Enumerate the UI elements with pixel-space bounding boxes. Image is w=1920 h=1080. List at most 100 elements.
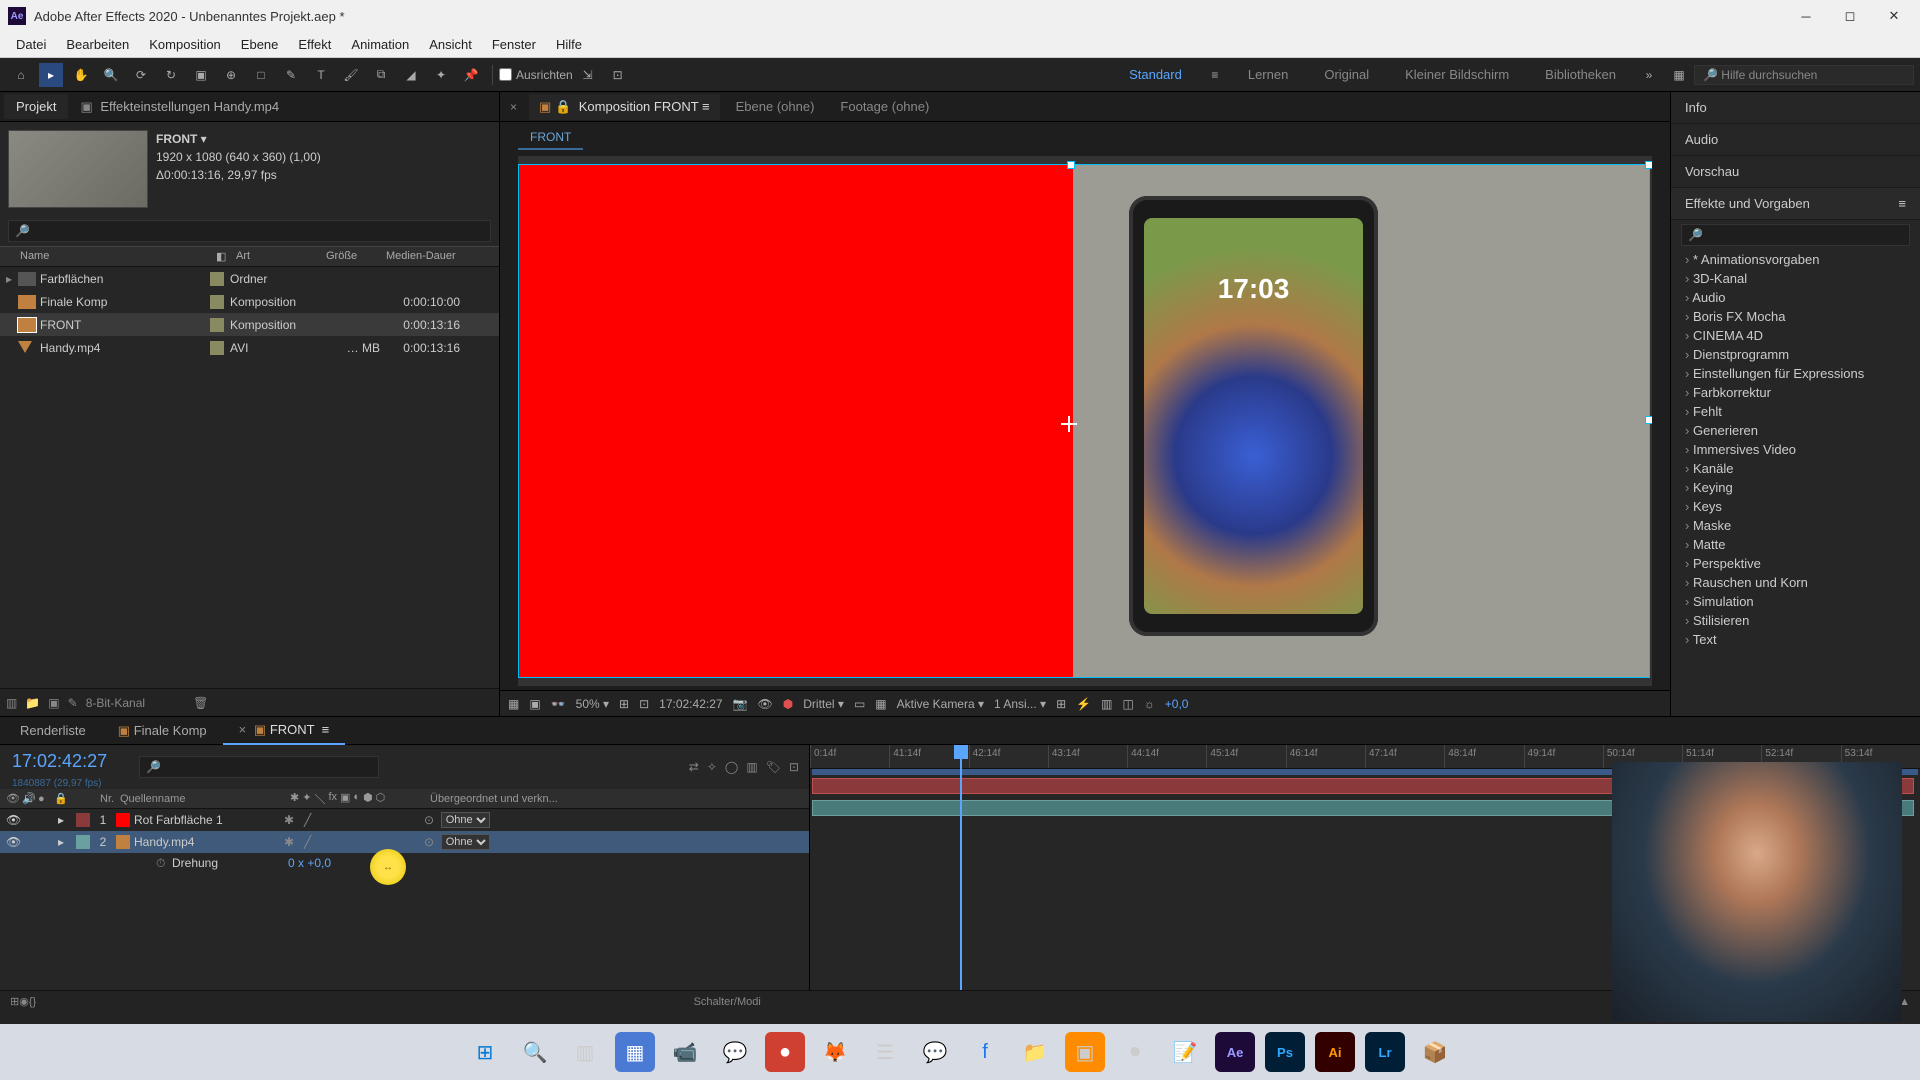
facebook-icon[interactable]: f xyxy=(965,1032,1005,1072)
effects-search-input[interactable]: 🔎 xyxy=(1681,224,1910,246)
composition-canvas[interactable]: 17:03 xyxy=(518,156,1652,686)
aftereffects-taskbar-icon[interactable]: Ae xyxy=(1215,1032,1255,1072)
resolution-select[interactable]: Drittel ▾ xyxy=(803,697,844,711)
effect-category[interactable]: CINEMA 4D xyxy=(1671,326,1920,345)
effect-category[interactable]: Stilisieren xyxy=(1671,611,1920,630)
close-tab-icon[interactable]: × xyxy=(504,100,523,114)
effect-category[interactable]: Text xyxy=(1671,630,1920,649)
viewer-breadcrumb[interactable]: FRONT xyxy=(518,126,583,150)
tl-opt2-icon[interactable]: ✧ xyxy=(707,760,717,774)
col-art[interactable]: Art xyxy=(236,250,326,263)
exposure-value[interactable]: +0,0 xyxy=(1165,697,1189,711)
app-orange-icon[interactable]: ▣ xyxy=(1065,1032,1105,1072)
col-label-icon[interactable]: ◧ xyxy=(216,250,236,263)
timeline-layer[interactable]: 👁▸1Rot Farbfläche 1✱ ╱⊙ Ohne xyxy=(0,809,809,831)
taskview-icon[interactable]: ▥ xyxy=(565,1032,605,1072)
effect-category[interactable]: Audio xyxy=(1671,288,1920,307)
selection-handle[interactable] xyxy=(1645,416,1652,424)
menu-ansicht[interactable]: Ansicht xyxy=(419,33,482,56)
timeline-layer[interactable]: 👁▸2Handy.mp4✱ ╱⊙ Ohne xyxy=(0,831,809,853)
selection-tool-icon[interactable]: ▸ xyxy=(39,63,63,87)
orbit-tool-icon[interactable]: ⟳ xyxy=(129,63,153,87)
effect-category[interactable]: Perspektive xyxy=(1671,554,1920,573)
effect-category[interactable]: Kanäle xyxy=(1671,459,1920,478)
fast-preview-icon[interactable]: ⚡ xyxy=(1076,697,1091,711)
illustrator-icon[interactable]: Ai xyxy=(1315,1032,1355,1072)
timecode-icon[interactable]: ⊡ xyxy=(639,697,649,711)
tab-projekt[interactable]: Projekt xyxy=(4,94,68,119)
col-size[interactable]: Größe xyxy=(326,250,386,263)
tl-toggle1-icon[interactable]: ⊞ xyxy=(10,995,19,1008)
menu-effekt[interactable]: Effekt xyxy=(288,33,341,56)
speaker-col-icon[interactable]: 🔊 xyxy=(22,792,38,805)
photoshop-icon[interactable]: Ps xyxy=(1265,1032,1305,1072)
tl-opt6-icon[interactable]: ⊡ xyxy=(789,760,799,774)
menu-ebene[interactable]: Ebene xyxy=(231,33,289,56)
viewer-tab-footage[interactable]: Footage (ohne) xyxy=(830,94,939,119)
tl-tab-finale-komp[interactable]: ▣ Finale Komp xyxy=(102,718,223,744)
workspace-more-icon[interactable]: » xyxy=(1637,63,1661,87)
tl-opt3-icon[interactable]: ◯ xyxy=(725,760,738,774)
effect-category[interactable]: Einstellungen für Expressions xyxy=(1671,364,1920,383)
snap-checkbox[interactable]: Ausrichten xyxy=(499,68,573,82)
menu-datei[interactable]: Datei xyxy=(6,33,56,56)
newcomp-icon[interactable]: ▣ xyxy=(48,696,59,710)
explorer-icon[interactable]: 📁 xyxy=(1015,1032,1055,1072)
timeline-icon[interactable]: ▥ xyxy=(1101,697,1112,711)
workspace-toggle-icon[interactable]: ▦ xyxy=(1667,63,1691,87)
effect-category[interactable]: Farbkorrektur xyxy=(1671,383,1920,402)
panel-vorschau[interactable]: Vorschau xyxy=(1671,156,1920,188)
effect-category[interactable]: Dienstprogramm xyxy=(1671,345,1920,364)
lock-icon[interactable]: 🔒 xyxy=(555,99,571,114)
trash-icon[interactable]: 🗑 xyxy=(193,696,208,710)
selection-handle[interactable] xyxy=(1067,161,1075,169)
timeline-timecode[interactable]: 17:02:42:27 xyxy=(0,745,119,778)
pixel-aspect-icon[interactable]: ⊞ xyxy=(1056,697,1066,711)
project-item[interactable]: Finale KompKomposition0:00:10:00 xyxy=(0,290,499,313)
col-dur[interactable]: Medien-Dauer xyxy=(386,250,466,263)
minimize-button[interactable]: ─ xyxy=(1796,6,1816,26)
colormgmt-icon[interactable]: ⬢ xyxy=(783,697,793,711)
workspace-menu-icon[interactable]: ≡ xyxy=(1203,63,1227,87)
effect-category[interactable]: Keying xyxy=(1671,478,1920,497)
clone-tool-icon[interactable]: ⧉ xyxy=(369,63,393,87)
app-dark-icon[interactable]: ☰ xyxy=(865,1032,905,1072)
red-solid-layer[interactable] xyxy=(519,165,1073,677)
show-snapshot-icon[interactable]: 👁 xyxy=(758,697,773,711)
solo-col-icon[interactable]: ● xyxy=(38,793,54,805)
panel-menu-icon[interactable]: ≡ xyxy=(1898,196,1906,211)
menu-hilfe[interactable]: Hilfe xyxy=(546,33,592,56)
rotate-tool-icon[interactable]: ↻ xyxy=(159,63,183,87)
effect-category[interactable]: Boris FX Mocha xyxy=(1671,307,1920,326)
snapopt2-icon[interactable]: ⊡ xyxy=(606,63,630,87)
interpret-icon[interactable]: ▥ xyxy=(6,696,17,710)
col-quellenname[interactable]: Quellenname xyxy=(120,793,290,805)
project-item[interactable]: ▸FarbflächenOrdner xyxy=(0,267,499,290)
effect-category[interactable]: Maske xyxy=(1671,516,1920,535)
snapopt1-icon[interactable]: ⇲ xyxy=(576,63,600,87)
teams-icon[interactable]: 📹 xyxy=(665,1032,705,1072)
effect-category[interactable]: * Animationsvorgaben xyxy=(1671,250,1920,269)
roi-icon[interactable]: ▭ xyxy=(854,697,865,711)
stopwatch-icon[interactable]: ⏱ xyxy=(156,856,172,871)
camera-tool-icon[interactable]: ▣ xyxy=(189,63,213,87)
panbehind-tool-icon[interactable]: ⊕ xyxy=(219,63,243,87)
workspace-kleiner[interactable]: Kleiner Bildschirm xyxy=(1387,67,1527,82)
snapshot-icon[interactable]: 📷 xyxy=(733,697,748,711)
hand-tool-icon[interactable]: ✋ xyxy=(69,63,93,87)
effect-category[interactable]: Keys xyxy=(1671,497,1920,516)
lightroom-icon[interactable]: Lr xyxy=(1365,1032,1405,1072)
whatsapp-icon[interactable]: 💬 xyxy=(715,1032,755,1072)
menu-animation[interactable]: Animation xyxy=(341,33,419,56)
app-last-icon[interactable]: 📦 xyxy=(1415,1032,1455,1072)
project-item[interactable]: Handy.mp4AVI… MB0:00:13:16 xyxy=(0,336,499,359)
effect-category[interactable]: Generieren xyxy=(1671,421,1920,440)
alpha-icon[interactable]: ▦ xyxy=(508,697,519,711)
puppet-tool-icon[interactable]: 📌 xyxy=(459,63,483,87)
windows-taskbar[interactable]: ⊞ 🔍 ▥ ▦ 📹 💬 ● 🦊 ☰ 💬 f 📁 ▣ ⏺ 📝 Ae Ps Ai L… xyxy=(0,1024,1920,1080)
effect-category[interactable]: Rauschen und Korn xyxy=(1671,573,1920,592)
close-button[interactable]: ✕ xyxy=(1884,6,1904,26)
tl-opt4-icon[interactable]: ▥ xyxy=(746,760,757,774)
tl-toggle3-icon[interactable]: {} xyxy=(29,996,36,1008)
text-tool-icon[interactable]: T xyxy=(309,63,333,87)
